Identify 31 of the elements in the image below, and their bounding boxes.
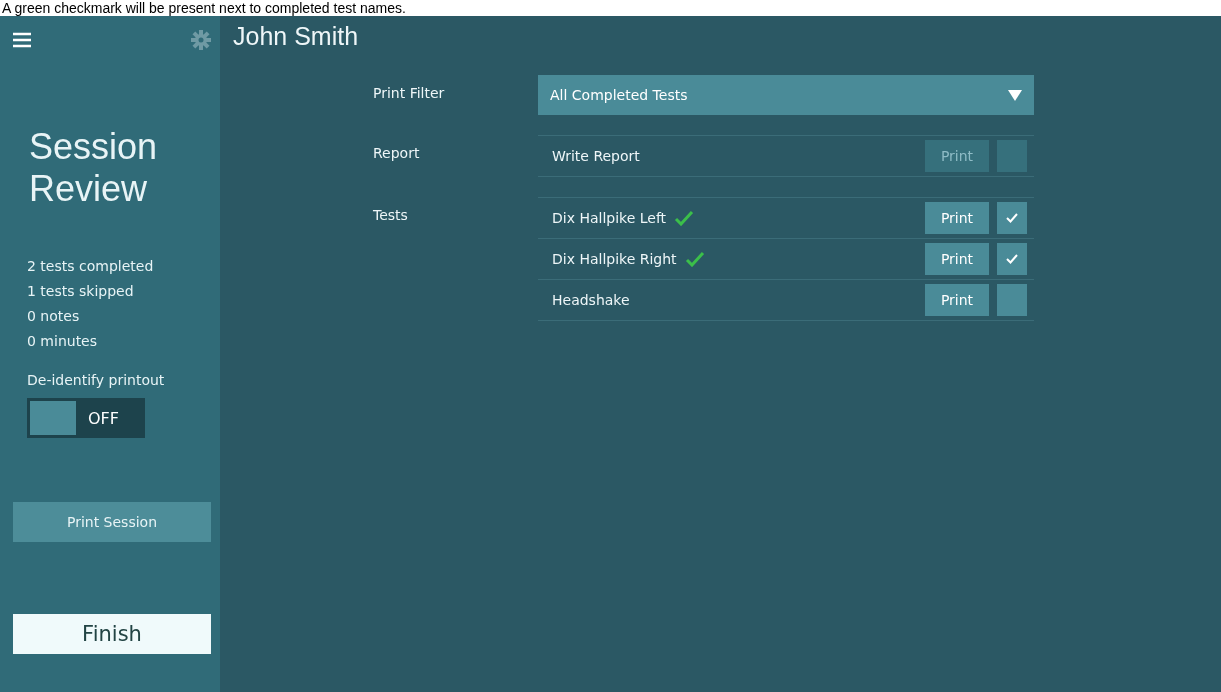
settings-icon[interactable]	[191, 30, 211, 50]
checkmark-icon	[1005, 212, 1019, 224]
page-title: Review	[29, 168, 148, 210]
checkbox[interactable]	[997, 202, 1027, 234]
menu-icon[interactable]	[13, 32, 31, 48]
test-name: Headshake	[552, 292, 630, 308]
toggle-label: De-identify printout	[27, 372, 165, 388]
field-label: Print Filter	[373, 84, 445, 103]
session-stat: 1 tests skipped	[27, 282, 134, 301]
deidentify-toggle[interactable]: OFF	[27, 398, 145, 438]
print-button[interactable]: Print	[925, 243, 989, 275]
patient-name: John Smith	[233, 22, 359, 51]
finish-button[interactable]: Finish	[13, 614, 211, 654]
print-button[interactable]: Print	[925, 284, 989, 316]
session-stat: 2 tests completed	[27, 257, 154, 276]
print-filter-dropdown[interactable]: All Completed Tests	[538, 75, 1034, 115]
test-name: Write Report	[552, 148, 640, 164]
section-label: Report	[373, 144, 420, 163]
test-name: Dix Hallpike Right	[552, 251, 677, 267]
checkbox[interactable]	[997, 284, 1027, 316]
caption: A green checkmark will be present next to completed test names.	[0, 0, 406, 16]
section-label: Tests	[373, 206, 408, 225]
page-title: Session	[29, 126, 158, 168]
test-name: Dix Hallpike Left	[552, 210, 667, 226]
print-session-button[interactable]: Print Session	[13, 502, 211, 542]
print-button[interactable]: Print	[925, 202, 989, 234]
checkmark-icon	[1005, 253, 1019, 265]
session-stat: 0 notes	[27, 307, 80, 326]
checkbox[interactable]	[997, 243, 1027, 275]
session-stat: 0 minutes	[27, 332, 98, 351]
dropdown-arrow-icon	[1008, 89, 1022, 101]
